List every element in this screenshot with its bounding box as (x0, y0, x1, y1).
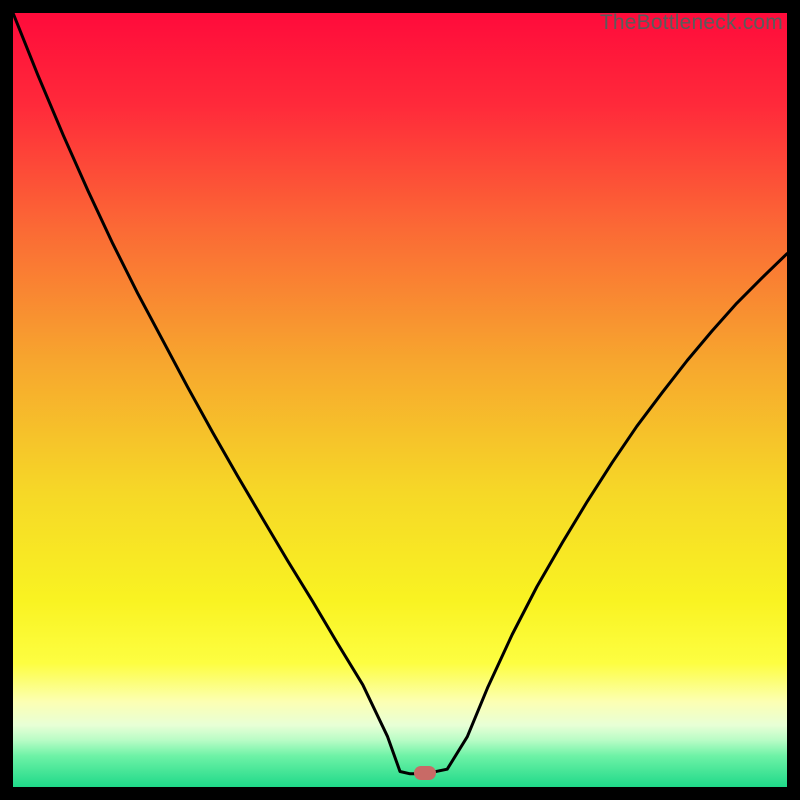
optimal-marker (414, 766, 436, 780)
bottleneck-curve (13, 13, 787, 774)
plot-area: TheBottleneck.com (13, 13, 787, 787)
chart-stage: TheBottleneck.com (0, 0, 800, 800)
curve-layer (13, 13, 787, 787)
watermark-label: TheBottleneck.com (600, 13, 783, 35)
